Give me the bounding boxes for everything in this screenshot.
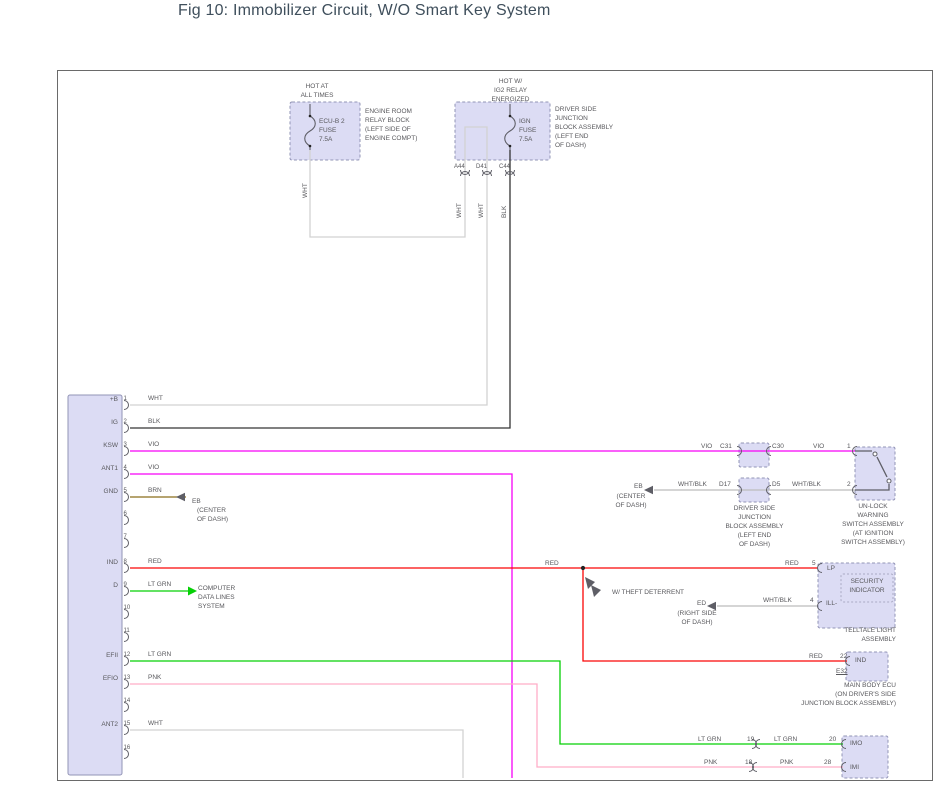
pin-number: 10 — [124, 604, 131, 612]
conn-c31: C31 — [720, 443, 732, 452]
pin-number: 3 — [124, 441, 127, 449]
labels-layer: HOT AT ALL TIMES HOT W/ IG2 RELAY ENERGIZ… — [0, 0, 934, 795]
wire-color-label: LT GRN — [148, 651, 171, 660]
pnk-label-1: PNK — [704, 759, 717, 768]
wire-color-label: VIO — [148, 441, 159, 450]
pin-label-ind: IND — [70, 559, 118, 568]
switch-pin-1: 1 — [847, 443, 851, 452]
vio-label-right: VIO — [813, 443, 824, 452]
security-ill: ILL- — [826, 600, 837, 609]
pin-number: 15 — [124, 720, 131, 728]
imi-pin: IMI — [850, 764, 859, 773]
wire-color-label: RED — [148, 558, 162, 567]
pin-number: 8 — [124, 558, 127, 566]
conn-d17: D17 — [719, 481, 731, 490]
wire-color-label: BLK — [148, 418, 160, 427]
pin-label-b: +B — [70, 396, 118, 405]
pin-label-ant1: ANT1 — [70, 465, 118, 474]
junction-note-mid: DRIVER SIDE JUNCTION BLOCK ASSEMBLY (LEF… — [722, 505, 787, 550]
ground-eb2-loc: (CENTER OF DASH) — [608, 493, 654, 511]
wire-color-label: WHT — [148, 720, 163, 729]
conn-c30: C30 — [772, 443, 784, 452]
pin-label-efii: EFII — [70, 652, 118, 661]
pin-number: 7 — [124, 533, 127, 541]
wire-color-label: PNK — [148, 674, 161, 683]
pin-label-ant2: ANT2 — [70, 721, 118, 730]
imo-pin: IMO — [850, 740, 862, 749]
switch-pin-2: 2 — [847, 481, 851, 490]
wht-vert-a44: WHT — [456, 203, 465, 218]
pin-number: 16 — [124, 744, 131, 752]
pin-number: 14 — [124, 697, 131, 705]
pin-number: 5 — [124, 487, 127, 495]
fuse1-name: ECU-B 2 FUSE 7.5A — [319, 118, 345, 145]
hot-ig2-relay: HOT W/ IG2 RELAY ENERGIZED — [483, 78, 538, 105]
wht-vert-ecub: WHT — [302, 183, 311, 198]
e32-code: E32 — [836, 668, 848, 677]
pin-label-ksw: KSW — [70, 442, 118, 451]
security-lp: LP — [827, 565, 835, 574]
pin-label-ig: IG — [70, 419, 118, 428]
pin-19: 19 — [747, 736, 754, 745]
pin-28: 28 — [824, 759, 831, 768]
wire-color-label: WHT — [148, 395, 163, 404]
conn-c44: C44 — [499, 163, 510, 171]
pin-18: 18 — [745, 759, 752, 768]
ltgrn-label-1: LT GRN — [698, 736, 721, 745]
security-indicator: SECURITY INDICATOR — [841, 578, 893, 596]
conn-d41: D41 — [476, 163, 487, 171]
red-label-e32: RED — [809, 653, 823, 662]
blk-vert-c44: BLK — [501, 206, 510, 218]
red-label-right: RED — [785, 560, 799, 569]
wire-color-label: VIO — [148, 464, 159, 473]
ground-ed: ED — [697, 600, 706, 609]
theft-deterrent-note: W/ THEFT DETERRENT — [612, 589, 684, 598]
driver-side-note-top: DRIVER SIDE JUNCTION BLOCK ASSEMBLY (LEF… — [555, 106, 613, 151]
pin-number: 6 — [124, 510, 127, 518]
conn-a44: A44 — [454, 163, 465, 171]
main-body-note: MAIN BODY ECU (ON DRIVER'S SIDE JUNCTION… — [784, 682, 896, 709]
security-pin-4: 4 — [810, 597, 814, 606]
pin-number: 11 — [124, 627, 130, 635]
pin-number: 12 — [124, 651, 131, 659]
wire-color-label: LT GRN — [148, 581, 171, 590]
wire-color-label: BRN — [148, 487, 162, 496]
pin-label-gnd: GND — [70, 488, 118, 497]
ground-eb1-loc: (CENTER OF DASH) — [197, 507, 228, 525]
pnk-label-2: PNK — [780, 759, 793, 768]
security-pin-5: 5 — [812, 560, 816, 569]
pin-20: 20 — [829, 736, 836, 745]
ground-ed-loc: (RIGHT SIDE OF DASH) — [672, 610, 722, 628]
e32-ind: IND — [855, 657, 866, 666]
pin-label-efio: EFIO — [70, 675, 118, 684]
telltale-note: TELLTALE LIGHT ASSEMBLY — [834, 627, 896, 645]
pin-label-d: D — [70, 582, 118, 591]
ground-eb1: EB — [192, 498, 201, 507]
whtblk-label-right: WHT/BLK — [792, 481, 821, 490]
pin-number: 1 — [124, 395, 127, 403]
whtblk-ill-label: WHT/BLK — [763, 597, 792, 606]
pin-number: 9 — [124, 581, 127, 589]
e32-pin-22: 22 — [840, 653, 847, 662]
pin-number: 2 — [124, 418, 127, 426]
pin-number: 13 — [124, 674, 131, 682]
conn-d5: D5 — [772, 481, 780, 490]
ltgrn-label-2: LT GRN — [774, 736, 797, 745]
engine-room-note: ENGINE ROOM RELAY BLOCK (LEFT SIDE OF EN… — [365, 108, 417, 144]
wht-vert-d41: WHT — [478, 203, 487, 218]
wiring-diagram-page: Fig 10: Immobilizer Circuit, W/O Smart K… — [0, 0, 934, 795]
computer-data-lines: COMPUTER DATA LINES SYSTEM — [198, 585, 235, 612]
ground-eb2: EB — [634, 483, 643, 492]
vio-label-mid: VIO — [701, 443, 712, 452]
whtblk-label-left: WHT/BLK — [678, 481, 707, 490]
hot-at-all-times: HOT AT ALL TIMES — [294, 83, 340, 101]
fuse2-name: IGN FUSE 7.5A — [519, 118, 536, 145]
red-label-mid: RED — [545, 560, 559, 569]
unlock-switch-note: UN-LOCK WARNING SWITCH ASSEMBLY (AT IGNI… — [837, 503, 909, 548]
pin-number: 4 — [124, 464, 127, 472]
